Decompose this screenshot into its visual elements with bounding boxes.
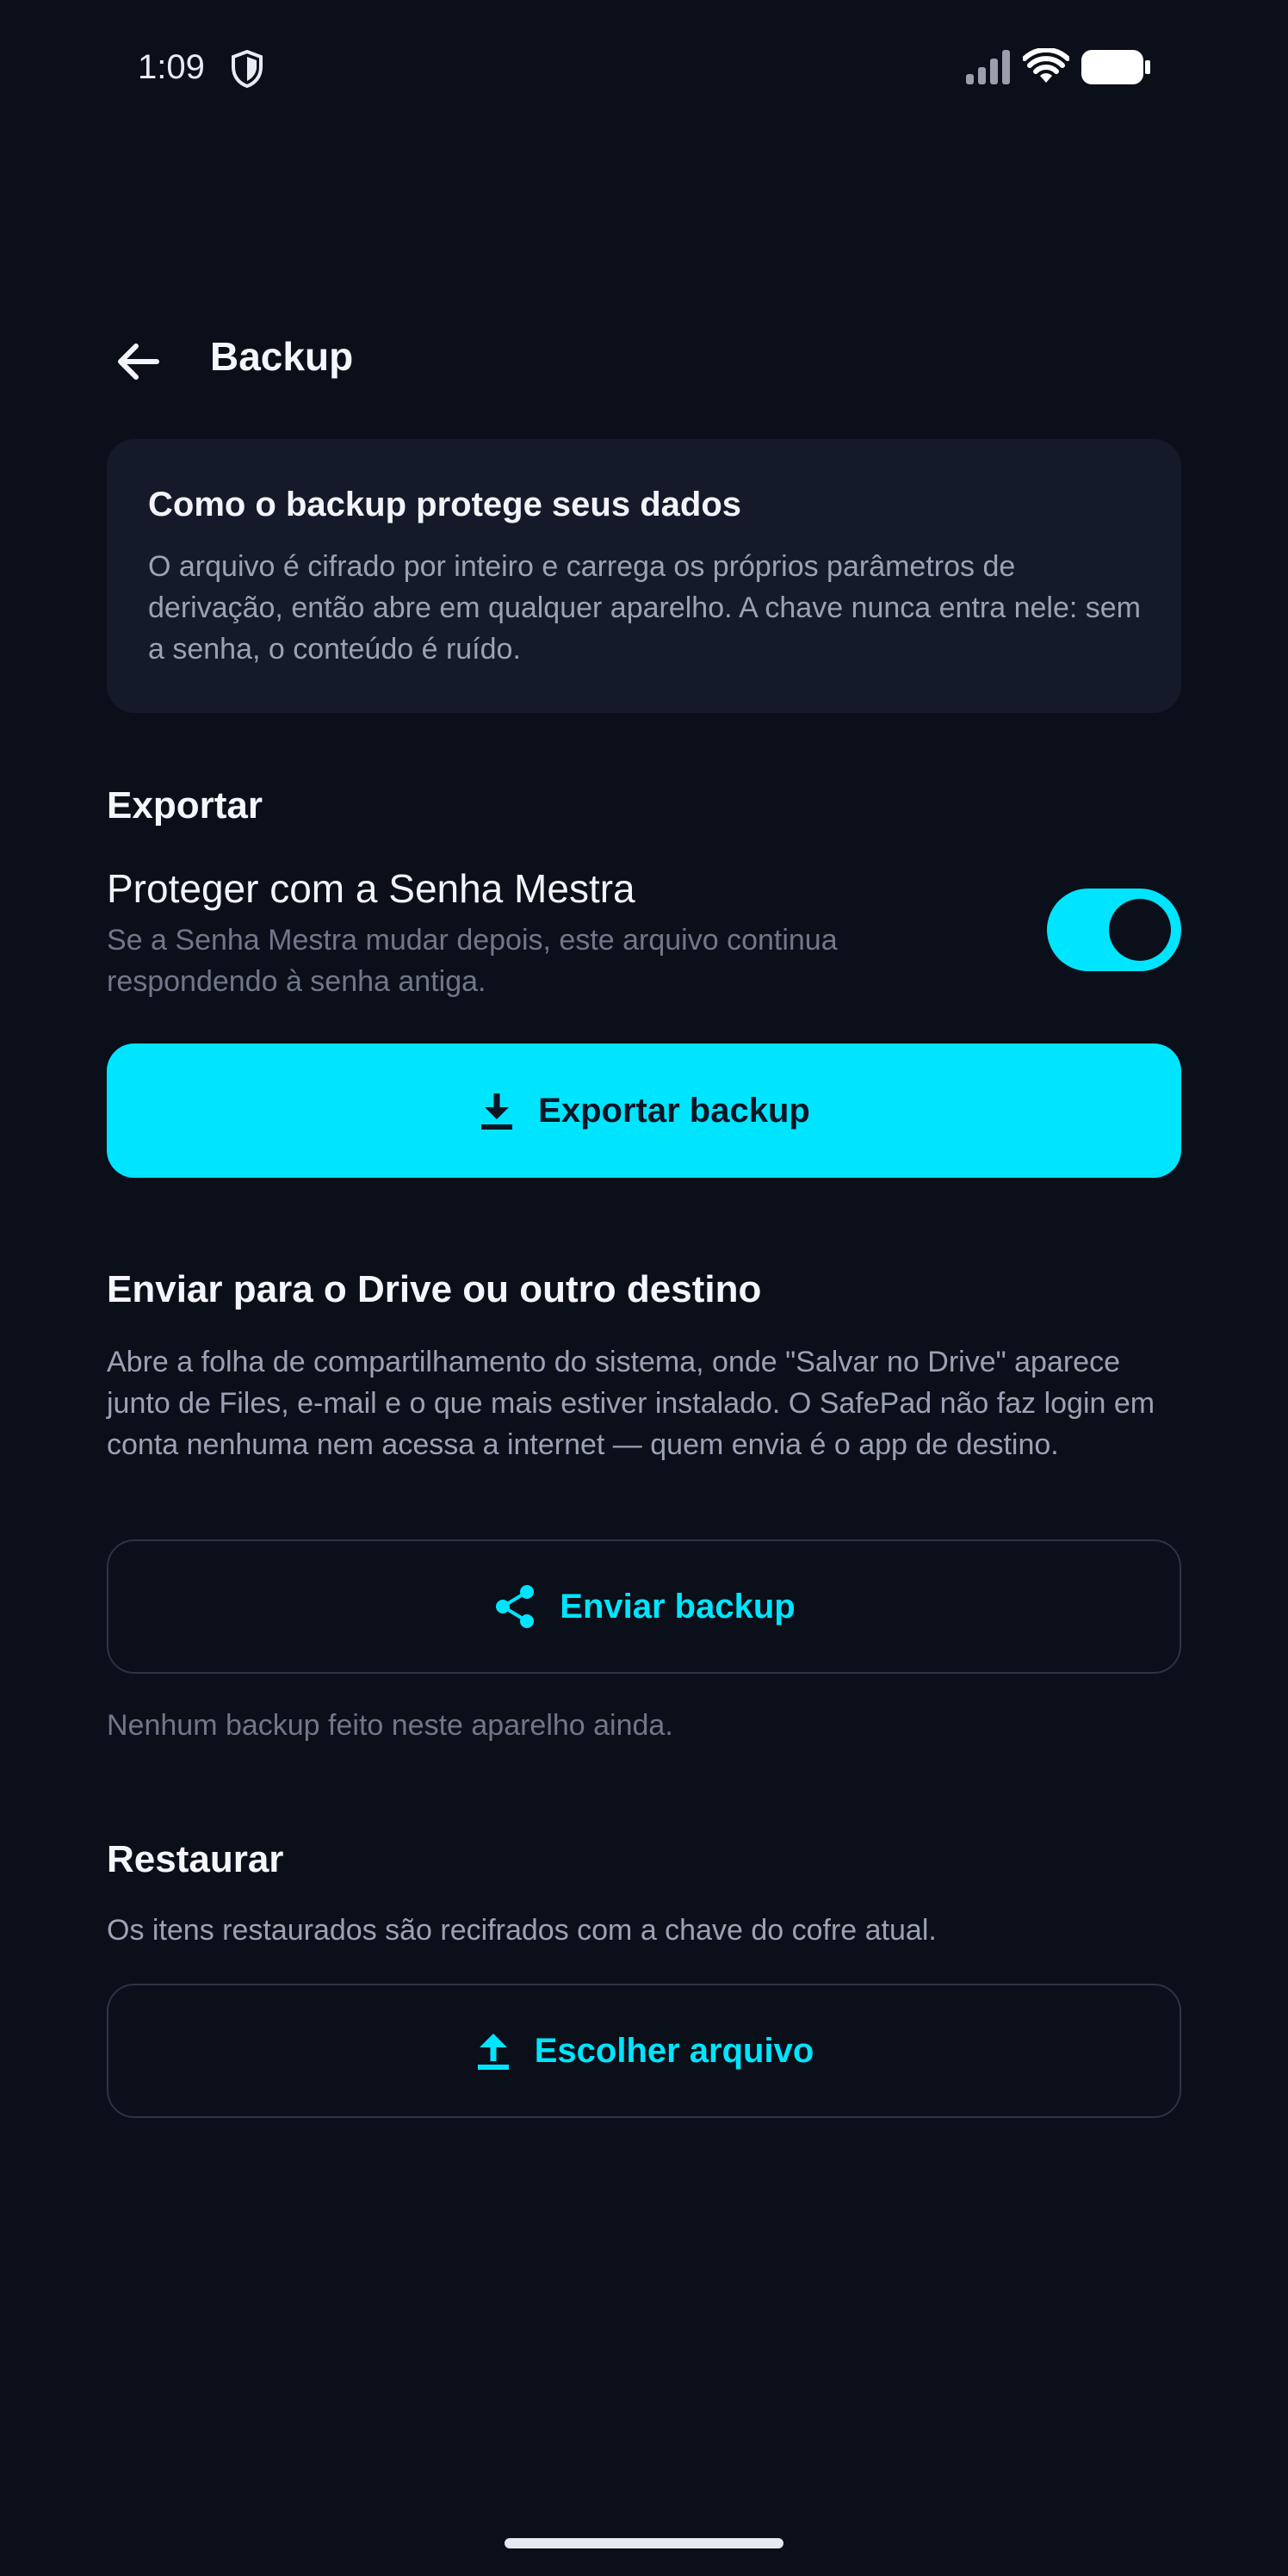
back-button[interactable] [103, 327, 172, 396]
upload-icon [477, 2034, 509, 2070]
shield-icon [232, 50, 263, 88]
info-card-title: Como o backup protege seus dados [148, 486, 742, 523]
status-time: 1:09 [138, 48, 205, 86]
send-section-body: Abre a folha de compartilhamento do sist… [107, 1346, 1155, 1461]
send-backup-label: Enviar backup [560, 1587, 796, 1625]
export-backup-label: Exportar backup [538, 1091, 810, 1130]
export-section-title: Exportar [107, 784, 263, 827]
master-password-setting-subtitle: Se a Senha Mestra mudar depois, este arq… [107, 924, 838, 998]
battery-icon [1081, 50, 1150, 84]
wifi-icon [1023, 48, 1069, 83]
back-arrow-icon [118, 344, 159, 380]
send-section-title: Enviar para o Drive ou outro destino [107, 1268, 762, 1310]
info-card-body: O arquivo é cifrado por inteiro e carreg… [148, 550, 1141, 666]
choose-file-button[interactable]: Escolher arquivo [107, 1984, 1181, 2118]
restore-section-title: Restaurar [107, 1838, 284, 1880]
signal-icon [966, 50, 1010, 84]
restore-section-body: Os itens restaurados são recifrados com … [107, 1914, 937, 1947]
home-indicator[interactable] [505, 2538, 783, 2548]
share-icon [496, 1585, 535, 1628]
export-backup-button[interactable]: Exportar backup [107, 1043, 1181, 1178]
send-backup-button[interactable]: Enviar backup [107, 1539, 1181, 1674]
page-title: Backup [210, 334, 354, 379]
toggle-knob [1109, 899, 1171, 961]
download-icon [481, 1093, 513, 1130]
master-password-setting-title: Proteger com a Senha Mestra [107, 866, 635, 911]
backup-status-text: Nenhum backup feito neste aparelho ainda… [107, 1709, 673, 1742]
master-password-toggle[interactable] [1047, 889, 1181, 971]
choose-file-label: Escolher arquivo [534, 2031, 814, 2070]
